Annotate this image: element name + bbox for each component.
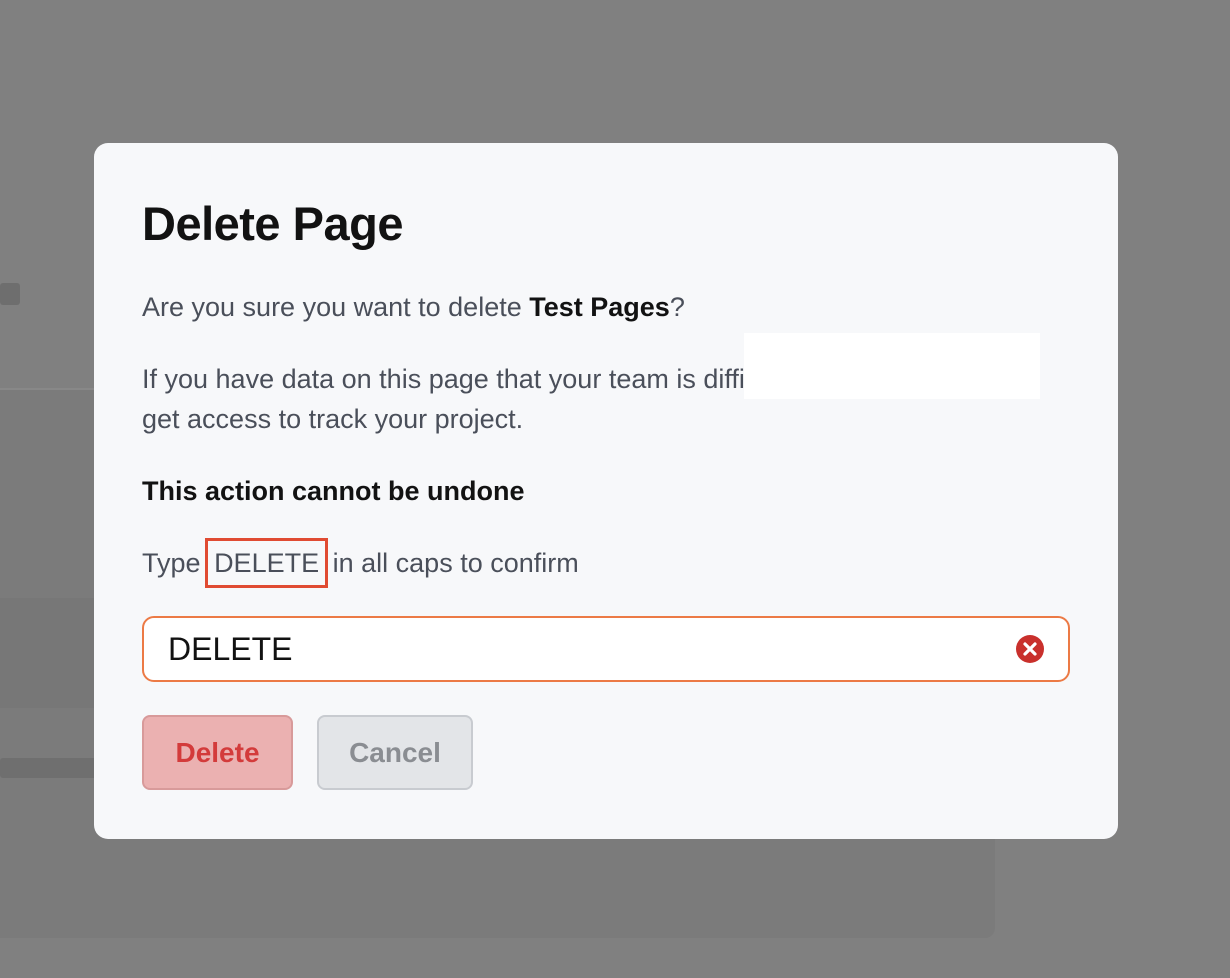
delete-question: Are you sure you want to delete Test Pag… — [142, 287, 685, 327]
confirm-input[interactable] — [168, 618, 988, 680]
confirm-field — [142, 616, 1070, 682]
close-circle-icon[interactable] — [1016, 635, 1044, 663]
delete-button[interactable]: Delete — [142, 715, 293, 790]
instruction-prefix: Type — [142, 548, 201, 578]
delete-question-suffix: ? — [669, 292, 685, 322]
delete-question-prefix: Are you sure you want to delete — [142, 292, 530, 322]
irreversible-note: This action cannot be undone — [142, 476, 525, 506]
background-page-text — [0, 283, 20, 305]
cancel-button[interactable]: Cancel — [317, 715, 473, 790]
background-page-text — [0, 758, 100, 778]
confirm-keyword: DELETE — [205, 538, 329, 588]
confirm-instruction: Type DELETE in all caps to confirm — [142, 538, 579, 588]
dialog-title: Delete Page — [142, 197, 403, 250]
redaction-box — [744, 333, 1040, 399]
page-name: Test Pages — [529, 292, 670, 322]
instruction-suffix: in all caps to confirm — [332, 548, 579, 578]
delete-page-dialog: Delete Page Are you sure you want to del… — [94, 143, 1118, 839]
